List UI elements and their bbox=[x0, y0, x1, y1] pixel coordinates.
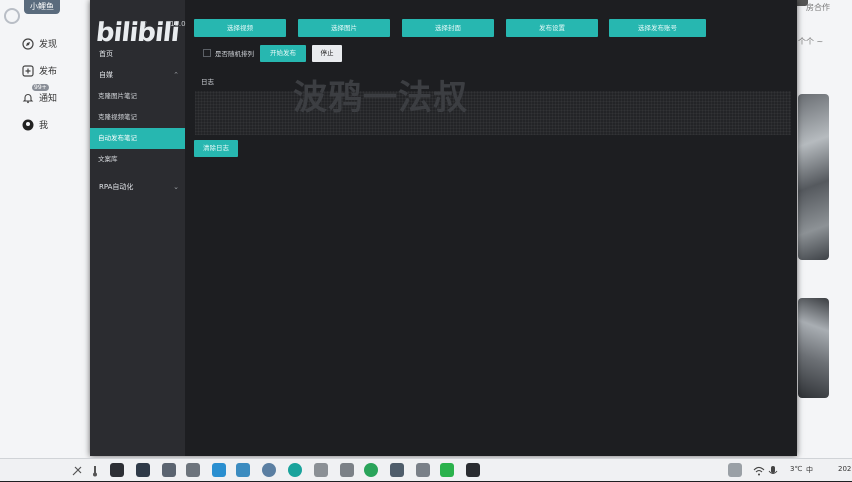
chevron-up-icon: ⌃ bbox=[173, 71, 179, 79]
app-icon-eye[interactable] bbox=[314, 463, 328, 477]
sidebar-group-media[interactable]: 自媒 ⌃ bbox=[90, 64, 185, 86]
sidebar-item-clone-video-note[interactable]: 克隆视频笔记 bbox=[90, 107, 185, 128]
log-textarea[interactable] bbox=[195, 91, 791, 135]
feed-thumbnail[interactable] bbox=[798, 94, 829, 260]
nav-label: 通知 bbox=[39, 94, 58, 104]
chevron-down-icon: ⌄ bbox=[173, 183, 179, 191]
app-icon-photoshop[interactable] bbox=[136, 463, 150, 477]
random-order-checkbox[interactable]: 是否随机排列 bbox=[203, 48, 254, 58]
compass-icon bbox=[22, 37, 34, 50]
right-header-text[interactable]: 房合作 bbox=[806, 2, 830, 13]
nav-label: 发布 bbox=[39, 67, 58, 77]
app-icon-chat[interactable] bbox=[416, 463, 430, 477]
user-tag[interactable]: 小鲤鱼 bbox=[24, 0, 60, 14]
menu-label: 克隆视频笔记 bbox=[98, 113, 137, 121]
select-cover-button[interactable]: 选择封面 bbox=[402, 19, 494, 37]
keyboard-icon[interactable] bbox=[728, 463, 742, 477]
sidebar-group-rpa[interactable]: RPA自动化 ⌄ bbox=[90, 176, 185, 198]
main-content: 选择视频 选择图片 选择封面 发布设置 选择发布账号 是否随机排列 开始发布 停… bbox=[185, 0, 797, 456]
app-icon-chrome[interactable] bbox=[262, 463, 276, 477]
sidebar-item-auto-publish-note[interactable]: 自动发布笔记 bbox=[90, 128, 185, 149]
nav-label: 我 bbox=[39, 121, 49, 131]
select-video-button[interactable]: 选择视频 bbox=[194, 19, 286, 37]
nav-me[interactable]: 我 bbox=[22, 118, 48, 131]
user-icon bbox=[22, 119, 34, 131]
menu-label: RPA自动化 bbox=[99, 183, 134, 191]
app-icon-mail[interactable] bbox=[212, 463, 226, 477]
nav-label: 发现 bbox=[39, 40, 58, 50]
app-icon-circle[interactable] bbox=[364, 463, 378, 477]
app-icon-media[interactable] bbox=[236, 463, 250, 477]
app-icon-store[interactable] bbox=[186, 463, 200, 477]
tray-text[interactable]: 3℃ bbox=[790, 465, 802, 473]
settings-ring-icon[interactable] bbox=[4, 8, 20, 24]
menu-label: 自动发布笔记 bbox=[98, 134, 137, 142]
taskbar: 3℃ 中 202 bbox=[0, 458, 852, 481]
start-publish-button[interactable]: 开始发布 bbox=[260, 45, 306, 62]
menu-label: 克隆图片笔记 bbox=[98, 92, 137, 100]
watermark-text: 波鸦一法叔 bbox=[293, 78, 468, 118]
menu-label: 首页 bbox=[99, 50, 113, 58]
checkbox-label: 是否随机排列 bbox=[215, 50, 254, 58]
clear-log-button[interactable]: 清除日志 bbox=[194, 140, 238, 157]
sidebar-item-home[interactable]: 首页 bbox=[90, 44, 185, 64]
app-window: 叔 bilibili 10.0 首页 自媒 ⌃ 克隆图片笔记 克隆视频笔记 自动… bbox=[90, 0, 797, 456]
microphone-icon[interactable] bbox=[766, 463, 780, 477]
bell-icon bbox=[22, 92, 34, 104]
ime-indicator[interactable]: 中 bbox=[806, 465, 813, 475]
feed-thumbnail[interactable] bbox=[798, 298, 829, 398]
sidebar-item-copy-library[interactable]: 文案库 bbox=[90, 149, 185, 170]
publish-settings-button[interactable]: 发布设置 bbox=[506, 19, 598, 37]
log-label: 日志 bbox=[201, 78, 214, 86]
menu-label: 自媒 bbox=[99, 71, 113, 79]
right-subtext[interactable]: 个个 ~ bbox=[798, 36, 823, 47]
app-icon-edge[interactable] bbox=[288, 463, 302, 477]
app-icon-doc[interactable] bbox=[390, 463, 404, 477]
app-icon-capcut[interactable] bbox=[466, 463, 480, 477]
pin-icon[interactable] bbox=[70, 463, 84, 477]
nav-notifications[interactable]: 通知 bbox=[22, 91, 57, 104]
sidebar: 叔 bilibili 10.0 首页 自媒 ⌃ 克隆图片笔记 克隆视频笔记 自动… bbox=[90, 0, 186, 456]
nav-publish[interactable]: 发布 bbox=[22, 64, 57, 77]
plus-square-icon bbox=[22, 64, 34, 77]
select-image-button[interactable]: 选择图片 bbox=[298, 19, 390, 37]
thermometer-icon[interactable] bbox=[88, 463, 102, 477]
nav-discover[interactable]: 发现 bbox=[22, 37, 57, 50]
clock[interactable]: 202 bbox=[838, 465, 851, 473]
app-icon-files[interactable] bbox=[162, 463, 176, 477]
sidebar-item-clone-image-note[interactable]: 克隆图片笔记 bbox=[90, 86, 185, 107]
app-icon-terminal[interactable] bbox=[110, 463, 124, 477]
stop-button[interactable]: 停止 bbox=[312, 45, 342, 62]
app-icon-viewer[interactable] bbox=[340, 463, 354, 477]
app-version: 10.0 bbox=[170, 20, 186, 28]
notification-badge: 99+ bbox=[32, 84, 49, 91]
menu-label: 文案库 bbox=[98, 155, 118, 163]
wifi-icon[interactable] bbox=[752, 463, 765, 477]
sidebar-menu: 首页 自媒 ⌃ 克隆图片笔记 克隆视频笔记 自动发布笔记 文案库 RPA自动化 … bbox=[90, 44, 185, 198]
app-icon-wechat[interactable] bbox=[440, 463, 454, 477]
checkbox-box[interactable] bbox=[203, 49, 211, 57]
select-account-button[interactable]: 选择发布账号 bbox=[609, 19, 706, 37]
